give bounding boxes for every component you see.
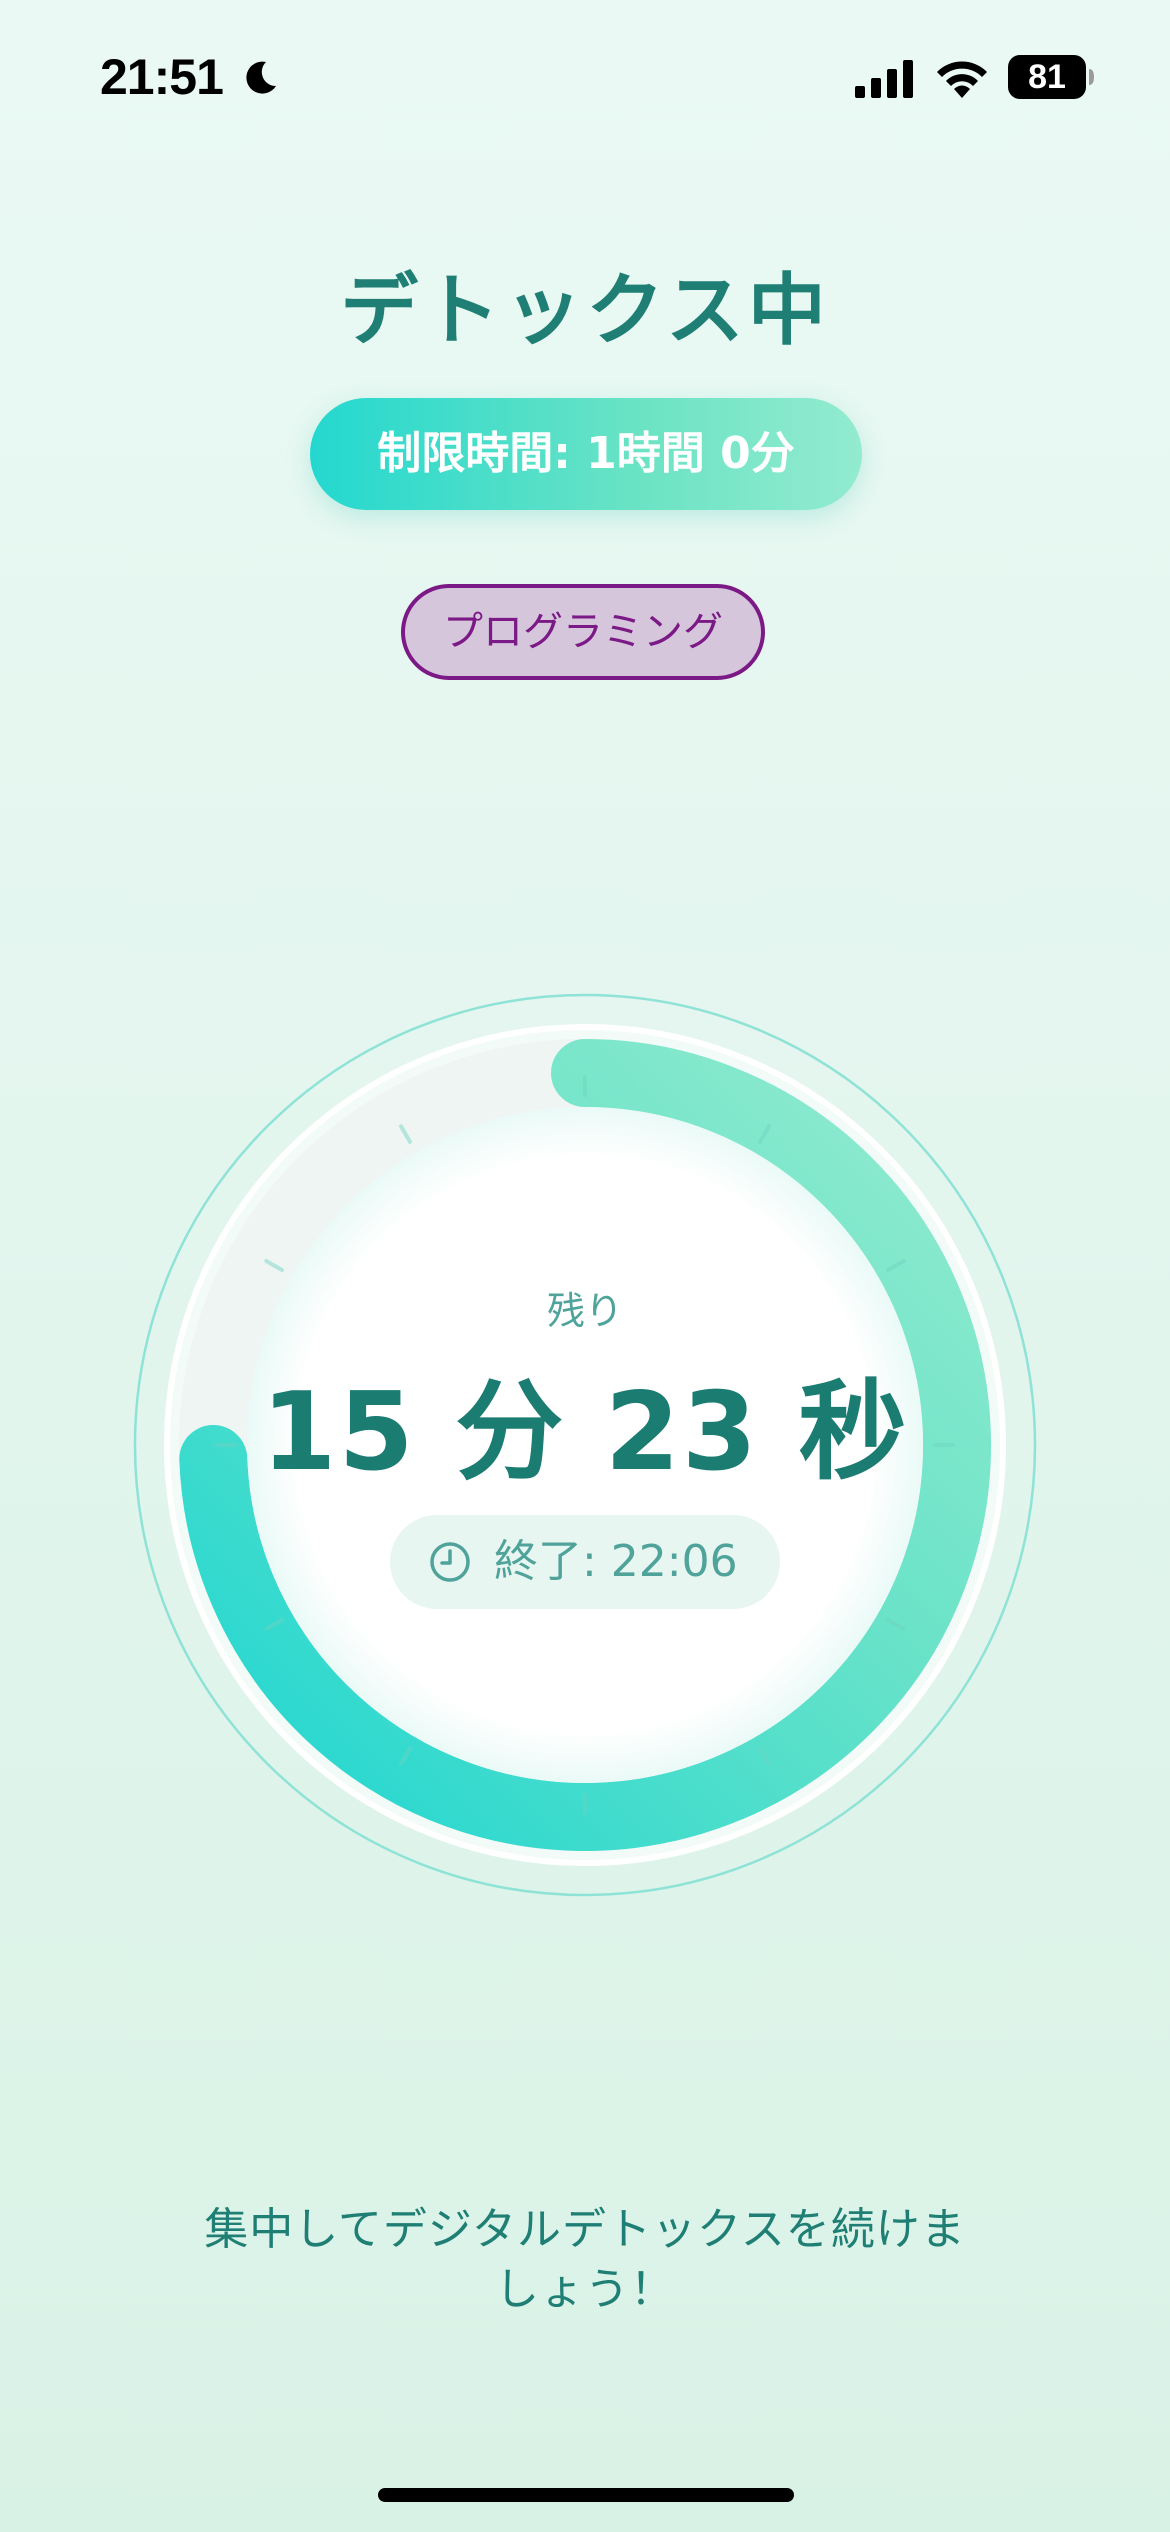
clock-icon xyxy=(430,1542,470,1582)
remaining-label: 残り xyxy=(546,1289,623,1333)
signal-icon xyxy=(855,60,913,98)
category-tag[interactable]: プログラミング xyxy=(401,584,765,680)
remaining-time: 15 分 23 秒 xyxy=(261,1370,909,1495)
end-time-label: 終了: 22:06 xyxy=(494,1536,738,1587)
time-limit-badge: 制限時間: 1時間 0分 xyxy=(310,398,862,510)
moon-icon xyxy=(246,61,276,94)
page-title: デトックス中 xyxy=(340,266,830,356)
end-time-chip: 終了: 22:06 xyxy=(390,1515,780,1609)
status-bar: 21:51 81 xyxy=(0,0,1170,150)
battery-level: 81 xyxy=(1028,58,1066,96)
encouragement-message: 集中してデジタルデトックスを続けましょう！ xyxy=(204,2204,966,2315)
wifi-icon xyxy=(937,61,987,98)
status-time: 21:51 xyxy=(100,49,224,105)
home-indicator[interactable] xyxy=(378,2488,794,2502)
